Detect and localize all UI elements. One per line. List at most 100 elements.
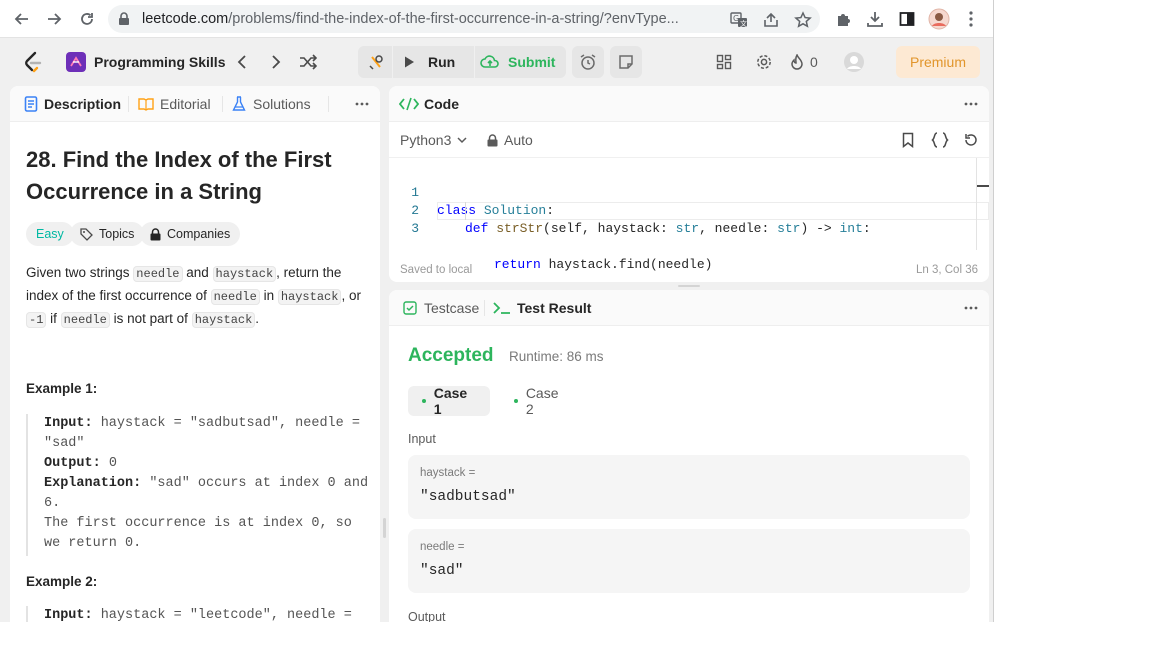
code-tab-label: Code: [424, 96, 459, 112]
desc-text: is not part of: [109, 311, 192, 326]
tab-testcase-label: Testcase: [424, 300, 480, 316]
inline-code: haystack: [191, 312, 256, 328]
fire-icon: [791, 54, 803, 70]
tab-editorial[interactable]: Editorial: [138, 95, 211, 113]
shuffle-icon[interactable]: [296, 50, 320, 74]
example-2-title: Example 2:: [26, 574, 98, 589]
code-token: return: [494, 257, 541, 272]
param-value: "sadbutsad": [420, 489, 516, 505]
example-1-block: Input: haystack = "sadbutsad", needle = …: [26, 414, 376, 556]
topics-tag[interactable]: Topics: [70, 222, 145, 246]
timer-button[interactable]: [572, 46, 604, 78]
language-select[interactable]: Python3: [400, 131, 467, 149]
code-editor[interactable]: 1 class Solution: 2 def strStr(self, hay…: [389, 166, 989, 272]
desc-text: in: [259, 288, 278, 303]
bookmark-icon[interactable]: [898, 130, 918, 150]
premium-button[interactable]: Premium: [896, 46, 980, 78]
saved-status: Saved to local: [400, 264, 473, 276]
profile-avatar-icon[interactable]: [927, 7, 951, 31]
star-icon[interactable]: [794, 11, 812, 29]
extensions-icon[interactable]: [832, 7, 856, 31]
reset-icon[interactable]: [961, 130, 981, 150]
difficulty-badge: Easy: [26, 222, 74, 246]
param-needle-box: needle = "sad": [408, 529, 970, 593]
auto-mode-toggle[interactable]: Auto: [487, 131, 533, 149]
code-token: :: [862, 221, 871, 236]
format-braces-icon[interactable]: [930, 130, 950, 150]
run-button[interactable]: Run: [402, 50, 455, 74]
back-arrow-icon[interactable]: [10, 7, 34, 31]
prev-problem-button[interactable]: [230, 50, 254, 74]
lock-icon: [150, 227, 161, 240]
explanation-label: Explanation:: [44, 476, 142, 491]
submit-button[interactable]: Submit: [480, 50, 555, 74]
case-1-tab[interactable]: Case 1: [408, 385, 490, 417]
code-brackets-icon: [399, 97, 419, 111]
param-value: "sad": [420, 563, 464, 579]
svg-text:文: 文: [740, 19, 747, 28]
lock-icon[interactable]: [118, 12, 130, 31]
desc-text: if: [46, 311, 61, 326]
explanation-more: The first occurrence is at index 0, so w…: [44, 516, 352, 551]
problem-title-wrap: 28. Find the Index of the First Occurren…: [26, 144, 366, 208]
desc-text: .: [255, 311, 260, 326]
download-icon[interactable]: [863, 7, 887, 31]
code-token: :: [546, 203, 555, 218]
vertical-splitter-handle[interactable]: [383, 518, 386, 538]
companies-label: Companies: [167, 227, 231, 241]
inline-code: needle: [133, 266, 183, 282]
leetcode-topbar: Programming Skills Run Submit 0 Premium: [0, 38, 993, 86]
play-icon: [405, 56, 414, 68]
kebab-menu-icon[interactable]: [959, 7, 983, 31]
tab-test-result-label: Test Result: [517, 300, 592, 316]
code-line-2: 2 def strStr(self, haystack: str, needle…: [389, 184, 871, 236]
sidepanel-icon[interactable]: [895, 7, 919, 31]
reload-icon[interactable]: [75, 7, 99, 31]
horizontal-splitter-handle[interactable]: [678, 285, 700, 287]
user-avatar-icon[interactable]: [842, 50, 866, 74]
companies-tag[interactable]: Companies: [140, 222, 241, 246]
code-token: , needle:: [699, 221, 778, 236]
tab-description[interactable]: Description: [24, 95, 121, 113]
app-window: leetcode.com/problems/find-the-index-of-…: [0, 0, 994, 622]
panel-more-icon[interactable]: [352, 94, 372, 114]
translate-icon[interactable]: G文: [730, 11, 748, 29]
description-tabs: Description Editorial Solutions: [10, 86, 380, 122]
case-pass-dot: [514, 399, 518, 403]
param-name: needle =: [420, 541, 465, 553]
code-tab[interactable]: Code: [399, 95, 459, 113]
tab-editorial-label: Editorial: [160, 96, 211, 112]
tab-testcase[interactable]: Testcase: [403, 299, 479, 317]
settings-gear-icon[interactable]: [752, 50, 776, 74]
chevron-down-icon: [457, 136, 467, 143]
case-2-tab[interactable]: Case 2: [500, 385, 582, 417]
code-token: int: [839, 221, 863, 236]
code-more-icon[interactable]: [961, 94, 981, 114]
problem-description: Given two strings needle and haystack, r…: [26, 262, 376, 331]
next-problem-button[interactable]: [264, 50, 288, 74]
leetcode-logo-icon[interactable]: [20, 50, 44, 74]
share-icon[interactable]: [762, 11, 780, 29]
terminal-icon: [493, 302, 510, 314]
address-bar[interactable]: leetcode.com/problems/find-the-index-of-…: [108, 5, 820, 33]
url-text[interactable]: leetcode.com/problems/find-the-index-of-…: [142, 11, 679, 27]
submit-label: Submit: [508, 54, 556, 70]
tab-solutions[interactable]: Solutions: [232, 95, 311, 113]
code-token: def: [465, 221, 489, 236]
forward-arrow-icon[interactable]: [42, 7, 66, 31]
flask-icon: [232, 96, 246, 111]
book-icon: [138, 98, 154, 111]
tab-test-result[interactable]: Test Result: [493, 299, 591, 317]
code-line-3: 3 return haystack.find(needle): [389, 202, 712, 272]
debugger-icon[interactable]: [364, 50, 388, 74]
editor-scrollbar-track[interactable]: [976, 158, 977, 250]
language-label: Python3: [400, 132, 452, 148]
notes-button[interactable]: [610, 46, 642, 78]
code-token: str: [675, 221, 700, 236]
streak-counter[interactable]: 0: [790, 50, 818, 74]
result-more-icon[interactable]: [961, 298, 981, 318]
case-pass-dot: [422, 399, 426, 403]
code-panel-header: Code: [389, 86, 989, 122]
layout-icon[interactable]: [712, 50, 736, 74]
study-plan-title[interactable]: Programming Skills: [94, 52, 225, 72]
